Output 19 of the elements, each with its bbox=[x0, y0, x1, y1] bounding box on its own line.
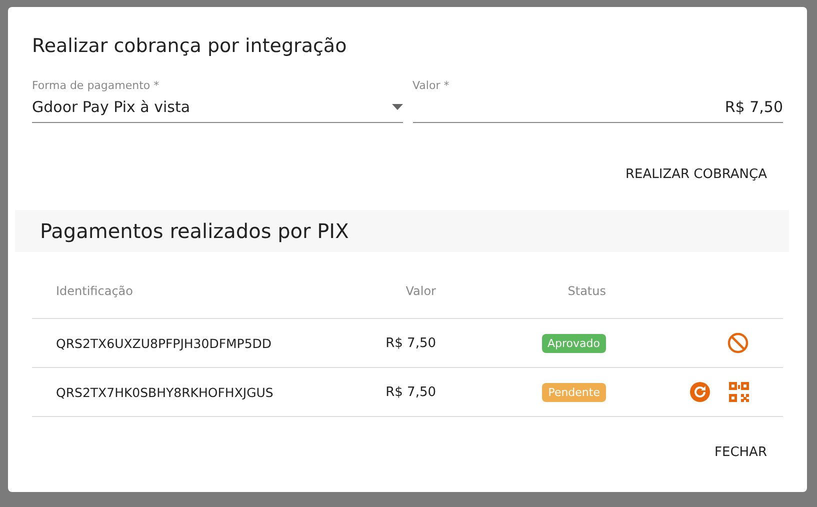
refresh-icon[interactable] bbox=[689, 381, 711, 403]
status-badge: Pendente bbox=[542, 382, 606, 402]
table-cell-text: R$ 7,50 bbox=[384, 336, 436, 350]
input-field[interactable]: Forma de pagamento * Gdoor Pay Pix à vista bbox=[32, 79, 402, 123]
section-title: Pagamentos realizados por PIX bbox=[40, 219, 349, 243]
cancel-icon[interactable] bbox=[727, 332, 749, 354]
table-cell-text: QRS2TX7HK0SBHY8RKHOFHXJGUS bbox=[55, 384, 274, 400]
charge-button[interactable]: REALIZAR COBRANÇA bbox=[609, 159, 783, 190]
qr-code-icon[interactable] bbox=[729, 382, 749, 402]
column-header: Status bbox=[566, 284, 606, 298]
input-field[interactable]: Valor * R$ 7,50 bbox=[412, 79, 783, 123]
dialog-title: Realizar cobrança por integração bbox=[32, 35, 348, 57]
column-header: Valor bbox=[404, 284, 436, 298]
close-button[interactable]: FECHAR bbox=[698, 437, 783, 468]
dropdown-caret-icon bbox=[392, 104, 402, 110]
column-header: Identificação bbox=[55, 284, 134, 298]
table-cell-text: R$ 7,50 bbox=[384, 384, 436, 400]
status-badge: Aprovado bbox=[542, 334, 606, 352]
table-cell-text: QRS2TX6UXZU8PFPJH30DFMP5DD bbox=[55, 336, 273, 350]
